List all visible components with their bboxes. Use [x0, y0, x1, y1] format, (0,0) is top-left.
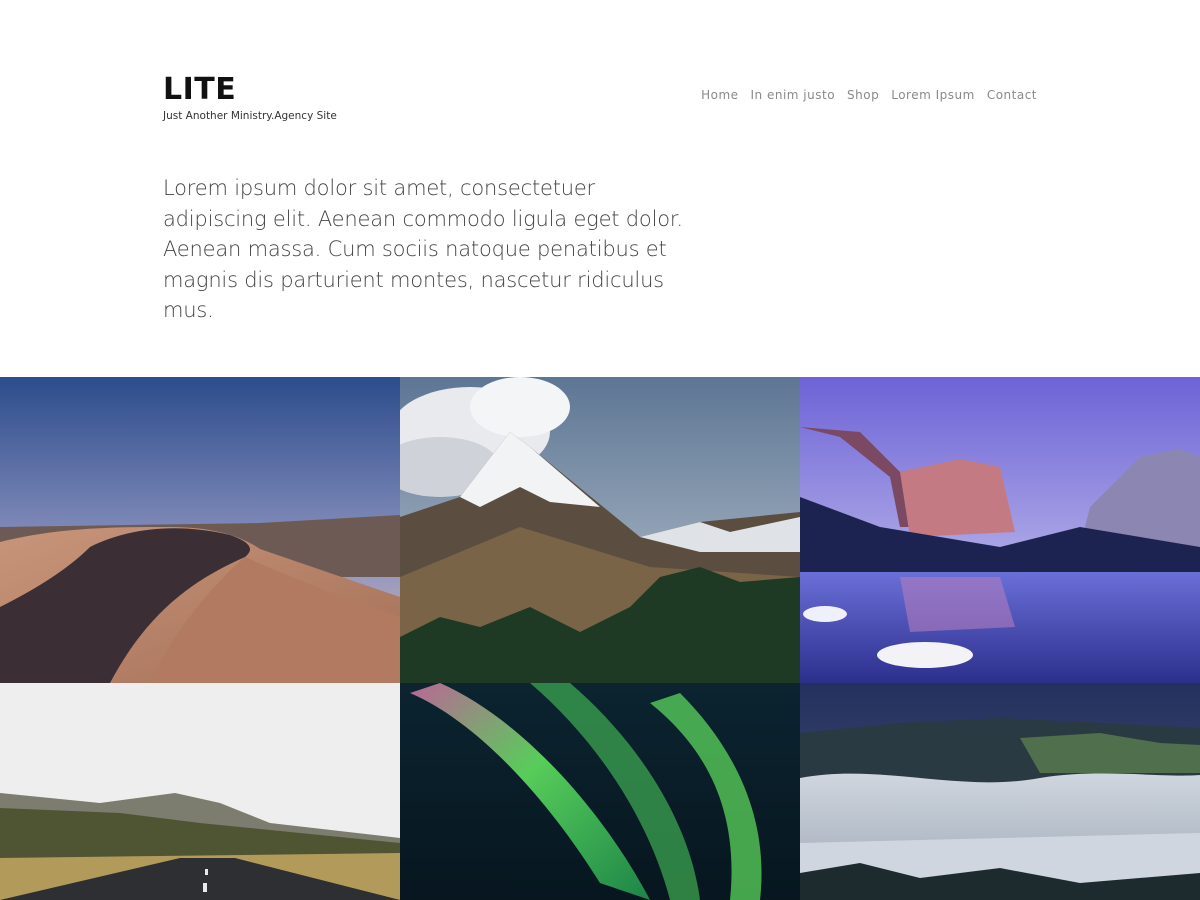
foggy-forest-valley-photo: [800, 683, 1200, 900]
nav-item-contact[interactable]: Contact: [987, 88, 1037, 102]
gallery-tile-mountain[interactable]: [400, 377, 800, 683]
intro-text: Lorem ipsum dolor sit amet, consectetuer…: [163, 176, 683, 322]
gallery-tile-fog[interactable]: [800, 683, 1200, 900]
mountain-lake-reflection-photo: [800, 377, 1200, 683]
gallery-tile-aurora[interactable]: [400, 683, 800, 900]
nav-item-lorem-ipsum[interactable]: Lorem Ipsum: [891, 88, 975, 102]
desert-dunes-photo: [0, 377, 400, 683]
nav-item-shop[interactable]: Shop: [847, 88, 879, 102]
nav-item-in-enim-justo[interactable]: In enim justo: [751, 88, 836, 102]
gallery-tile-desert[interactable]: [0, 377, 400, 683]
site-tagline: Just Another Ministry.Agency Site: [163, 110, 337, 122]
nav-item-home[interactable]: Home: [701, 88, 738, 102]
main-nav: Home In enim justo Shop Lorem Ipsum Cont…: [701, 88, 1037, 102]
image-gallery: [0, 377, 1200, 900]
snowy-mountain-peak-photo: [400, 377, 800, 683]
site-title[interactable]: LITE: [163, 72, 236, 108]
gallery-tile-road[interactable]: [0, 683, 400, 900]
aurora-borealis-photo: [400, 683, 800, 900]
highway-hills-photo: [0, 683, 400, 900]
gallery-tile-lake[interactable]: [800, 377, 1200, 683]
